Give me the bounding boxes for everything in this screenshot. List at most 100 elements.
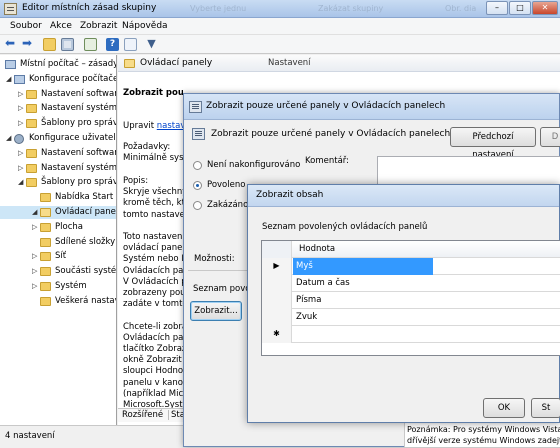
expanded-arrow-icon[interactable]: ◢ — [6, 75, 13, 83]
grid-row[interactable]: Písma — [262, 292, 560, 309]
policy-icon — [189, 101, 202, 113]
list-caption: Seznam povolených ovládacích panelů — [262, 222, 428, 232]
close-button[interactable]: ✕ — [532, 1, 558, 15]
grid-row[interactable]: Zvuk — [262, 309, 560, 326]
back-arrow-icon[interactable]: ⬅ — [5, 37, 18, 51]
tree-item[interactable]: ▷ Nastavení softwaru — [0, 88, 116, 101]
description-line: ovládací panely — [123, 243, 183, 254]
collapsed-arrow-icon[interactable]: ▷ — [18, 120, 25, 127]
edit-setting-link[interactable]: nastavení — [157, 121, 183, 131]
show-contents-titlebar[interactable]: Zobrazit obsah — [248, 185, 559, 207]
tree-item[interactable]: Sdílené složky — [0, 236, 116, 249]
row-header[interactable] — [262, 292, 292, 309]
tree-item-label: Místní počítač – zásady — [20, 59, 117, 69]
maximize-button[interactable]: □ — [509, 1, 531, 15]
next-setting-button[interactable]: D — [540, 127, 560, 147]
tree-item[interactable]: Nabídka Start — [0, 191, 116, 204]
forward-arrow-icon[interactable]: ➡ — [22, 37, 35, 51]
policy-heading: Zobrazit pouze určené panely v Ovládacíc… — [211, 129, 451, 139]
export-list-icon[interactable] — [84, 38, 97, 51]
tree-item[interactable]: ◢ Šablony pro správu — [0, 176, 116, 189]
current-row-marker-icon[interactable]: ▶ — [262, 258, 292, 275]
expanded-arrow-icon[interactable]: ◢ — [32, 209, 39, 216]
menu-akce[interactable]: Akce — [50, 21, 72, 31]
filter-icon[interactable]: ▼ — [145, 38, 158, 51]
collapsed-arrow-icon[interactable]: ▷ — [32, 253, 39, 260]
cancel-button[interactable]: St — [531, 398, 560, 418]
help-text-area: Poznámka: Pro systémy Windows Vista, W d… — [404, 422, 560, 448]
expanded-arrow-icon[interactable]: ◢ — [6, 135, 13, 142]
description-line: (například Micro — [123, 388, 183, 399]
tree-item[interactable]: ▷ Síť — [0, 250, 116, 263]
tree-item[interactable]: Veškerá nastavení — [0, 295, 116, 308]
tree-item[interactable]: ◢ Konfigurace počítače — [0, 73, 117, 86]
menu-soubor[interactable]: Soubor — [10, 21, 42, 31]
divider — [188, 270, 252, 271]
show-contents-button[interactable]: Zobrazit... — [190, 301, 242, 321]
column-header-value[interactable]: Hodnota — [293, 241, 560, 258]
description-line: Ovládacích pan — [123, 265, 183, 276]
grid-value-cell[interactable] — [293, 326, 560, 343]
properties-icon[interactable] — [124, 38, 137, 51]
tab-extended[interactable]: Rozšířené — [122, 410, 163, 420]
tree-item[interactable]: ▷ Nastavení systému Windows — [0, 162, 116, 175]
menu-napoveda[interactable]: Nápověda — [122, 21, 168, 31]
computer-icon — [14, 74, 25, 84]
main-window-titlebar[interactable]: Editor místních zásad skupiny Vyberte je… — [0, 0, 560, 18]
expanded-arrow-icon[interactable]: ◢ — [18, 179, 25, 186]
radio-not-configured[interactable] — [193, 161, 202, 170]
collapsed-arrow-icon[interactable]: ▷ — [18, 149, 25, 157]
row-header[interactable] — [262, 275, 292, 292]
collapsed-arrow-icon[interactable]: ▷ — [32, 223, 39, 231]
previous-setting-button[interactable]: Předchozí nastavení — [450, 127, 536, 160]
tree-item[interactable]: ▷ Plocha — [0, 221, 116, 234]
tree-item[interactable]: ▷ Systém — [0, 280, 116, 293]
description-line: kromě těch, kte — [123, 198, 183, 209]
radio-disabled[interactable] — [193, 201, 202, 210]
folder-icon — [26, 163, 37, 173]
collapsed-arrow-icon[interactable]: ▷ — [18, 105, 25, 112]
collapsed-arrow-icon[interactable]: ▷ — [32, 268, 39, 275]
new-row-marker-icon[interactable]: ✱ — [262, 326, 292, 343]
radio-enabled[interactable] — [193, 181, 202, 190]
grid-row[interactable]: Datum a čas — [262, 275, 560, 292]
collapsed-arrow-icon[interactable]: ▷ — [18, 164, 25, 172]
grid-row[interactable]: ✱ — [262, 326, 560, 343]
row-header[interactable] — [262, 309, 292, 326]
description-line: sloupci Hodnot — [123, 366, 183, 377]
grid-value-cell[interactable]: Datum a čas — [293, 275, 560, 292]
folder-icon — [40, 252, 51, 262]
description-line: zadáte v tomto — [123, 299, 183, 310]
show-contents-dialog: Zobrazit obsah Seznam povolených ovládac… — [247, 184, 560, 423]
tree-item-label: Šablony pro správu — [41, 118, 117, 129]
tree-item-label: Součásti systému — [55, 266, 117, 277]
description-line: Skryje všechny O — [123, 187, 183, 198]
collapsed-arrow-icon[interactable]: ▷ — [32, 283, 39, 290]
collapsed-arrow-icon[interactable]: ▷ — [18, 90, 25, 98]
policy-dialog-titlebar[interactable]: Zobrazit pouze určené panely v Ovládacíc… — [184, 94, 559, 120]
tree-item[interactable]: ◢ Konfigurace uživatele — [0, 132, 116, 145]
grid-value-cell[interactable]: Myš — [293, 258, 433, 275]
ok-button[interactable]: OK — [483, 398, 525, 418]
tree-item[interactable]: ▷ Nastavení softwaru — [0, 147, 116, 160]
tree-item[interactable]: ▷ Součásti systému — [0, 265, 117, 278]
up-folder-icon[interactable] — [43, 38, 56, 51]
grid-value-cell[interactable]: Písma — [293, 292, 560, 309]
menu-zobrazit[interactable]: Zobrazit — [80, 21, 117, 31]
settings-column-header[interactable]: Nastavení — [268, 58, 311, 68]
tree-item[interactable]: ◢ Ovládací panely — [0, 206, 116, 219]
folder-icon — [40, 267, 51, 277]
tree-item-label: Konfigurace počítače — [29, 73, 117, 84]
grid-value-cell[interactable]: Zvuk — [293, 309, 560, 326]
show-hide-tree-icon[interactable] — [61, 38, 74, 51]
options-label: Možnosti: — [194, 254, 235, 264]
help-icon[interactable]: ? — [106, 38, 119, 51]
tree-item-label: Sdílené složky — [55, 236, 116, 247]
grid-row[interactable]: ▶ Myš — [262, 258, 560, 275]
tree-item[interactable]: ▷ Šablony pro správu — [0, 117, 117, 130]
tree-item[interactable]: Místní počítač – zásady — [0, 58, 117, 71]
minimize-button[interactable]: – — [486, 1, 508, 15]
status-count: 4 nastavení — [5, 431, 55, 441]
tree-item[interactable]: ▷ Nastavení systému Windows — [0, 102, 116, 115]
menu-bar: Soubor Akce Zobrazit Nápověda — [0, 18, 560, 35]
